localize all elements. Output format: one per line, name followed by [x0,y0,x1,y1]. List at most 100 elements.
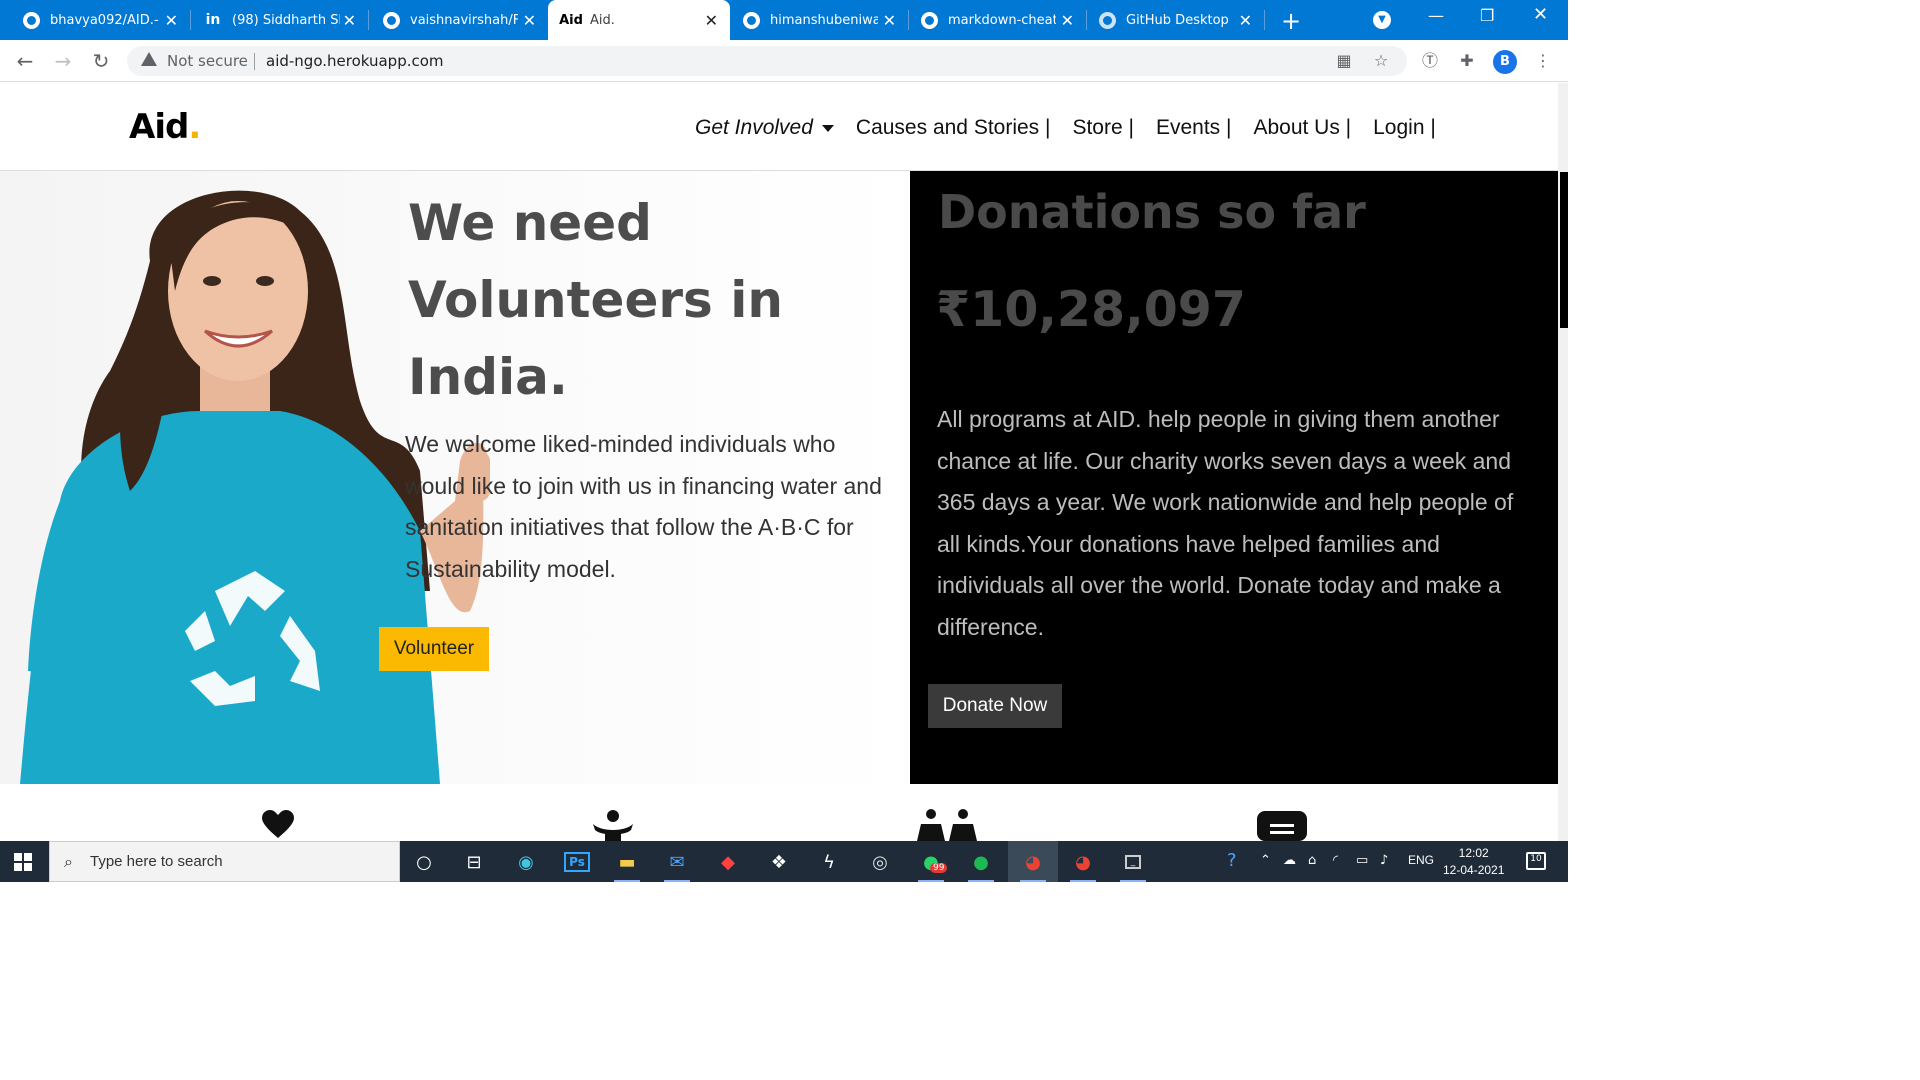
donations-description: All programs at AID. help people in givi… [937,406,1514,640]
whatsapp-icon[interactable]: ● 99 [916,847,948,882]
site-logo[interactable]: Aid. [129,107,201,147]
tab-title: himanshubeniwal/ [770,12,878,28]
browser-tab-7[interactable]: GitHub Desktop | ✕ [1086,0,1264,40]
language-indicator[interactable]: ENG [1408,853,1434,867]
volunteer-hero: We need Volunteers in India. We welcome … [0,171,910,784]
heart-icon [262,810,294,838]
browser-tab-strip: bhavya092/AID.-N ✕ in (98) Siddharth Sha… [0,0,1568,40]
reload-icon[interactable]: ↻ [88,48,114,74]
whatsapp-badge: 99 [930,863,948,873]
chrome-icon[interactable]: ◕ [1018,847,1048,882]
people-group-icon [917,809,977,841]
url-text[interactable]: aid-ngo.herokuapp.com [266,52,444,70]
back-icon[interactable]: ← [12,48,38,74]
search-icon: ⌕ [64,852,73,871]
close-icon[interactable]: ✕ [883,11,896,30]
tab-title: markdown-cheats [948,12,1056,28]
windows-start-icon[interactable] [14,853,32,871]
onedrive-icon[interactable]: ☁ [1283,853,1296,868]
donations-panel: Donations so far ₹10,28,097 All programs… [910,171,1558,784]
tab-title: Aid. [590,12,615,28]
menu-kebab-icon[interactable]: ⋮ [1533,51,1553,71]
minimize-icon[interactable]: — [1428,6,1444,25]
qr-code-icon[interactable]: ▦ [1335,52,1353,70]
show-hidden-icons[interactable]: ⌃ [1260,853,1271,868]
wifi-icon[interactable]: ◜ [1333,853,1338,868]
hero-description: We welcome liked-minded individuals who … [405,431,882,582]
cortana-icon[interactable]: ○ [409,847,439,877]
anydesk-icon[interactable]: ◆ [713,847,743,877]
tab-search-icon[interactable]: ▼ [1373,11,1391,29]
aid-favicon: Aid [559,12,583,28]
mail-icon[interactable]: ✉ [662,847,692,882]
nav-get-involved[interactable]: Get Involved [695,116,834,140]
github-icon [22,11,40,29]
site-header: Aid. Get Involved Causes and Stories | S… [0,83,1558,171]
browser-tab-3[interactable]: vaishnavirshah/Fa ✕ [368,0,548,40]
translate-extension-icon[interactable]: Ⓣ [1420,51,1440,71]
nav-events[interactable]: Events | [1156,116,1232,140]
spotify-icon[interactable]: ● [966,847,996,882]
windows-taskbar: ⌕ Type here to search ○ ⊟ ◉ Ps ▬ ✉ ◆ ❖ ϟ… [0,841,1568,882]
new-tab-icon[interactable]: + [1280,7,1302,35]
terminal-icon[interactable]: _ [1118,847,1148,882]
browser-tab-2[interactable]: in (98) Siddharth Sha ✕ [190,0,368,40]
nav-store[interactable]: Store | [1072,116,1133,140]
tab-title: GitHub Desktop | [1126,12,1234,28]
profile-avatar[interactable]: B [1493,50,1517,74]
caret-down-icon [821,124,834,132]
extensions-icon[interactable]: ✚ [1457,51,1477,71]
close-icon[interactable]: ✕ [705,11,718,30]
close-icon[interactable]: ✕ [343,11,356,30]
media-player-icon[interactable]: ◎ [865,847,895,877]
github-icon [742,11,760,29]
taskbar-search-box[interactable]: ⌕ Type here to search [49,841,400,882]
github-icon [920,11,938,29]
tab-title: bhavya092/AID.-N [50,12,158,28]
close-icon[interactable]: ✕ [1239,11,1252,30]
bookmark-star-icon[interactable]: ☆ [1372,52,1390,70]
system-clock[interactable]: 12:02 12-04-2021 [1443,845,1504,879]
task-view-icon[interactable]: ⊟ [459,847,489,877]
close-icon[interactable]: ✕ [523,11,536,30]
chrome-profile-icon[interactable]: ◕ [1068,847,1098,882]
volume-icon[interactable]: ♪ [1380,853,1388,868]
github-icon [382,11,400,29]
main-nav: Get Involved Causes and Stories | Store … [695,116,1458,140]
scrollbar-thumb[interactable] [1560,172,1568,328]
linkedin-icon: in [205,12,221,28]
taskbar-search-placeholder: Type here to search [90,853,223,870]
notification-center-icon[interactable]: 10 [1526,852,1546,870]
battery-icon[interactable]: ▭ [1356,853,1368,868]
donations-title: Donations so far [938,185,1366,239]
nav-about-us[interactable]: About Us | [1253,116,1351,140]
restore-icon[interactable]: ❐ [1480,6,1494,25]
tab-title: (98) Siddharth Sha [232,12,340,28]
address-bar[interactable]: Not secure aid-ngo.herokuapp.com ▦ ☆ [127,46,1407,76]
lightning-app-icon[interactable]: ϟ [814,847,844,877]
browser-tab-active[interactable]: Aid Aid. ✕ [548,0,730,40]
browser-tab-6[interactable]: markdown-cheats ✕ [908,0,1086,40]
warning-icon[interactable] [141,52,157,66]
forward-icon[interactable]: → [50,48,76,74]
browser-tab-1[interactable]: bhavya092/AID.-N ✕ [0,0,190,40]
security-label[interactable]: Not secure [167,52,248,70]
chat-menu-icon[interactable] [1257,811,1307,841]
help-icon[interactable]: ? [1227,850,1237,871]
volunteer-button[interactable]: Volunteer [379,627,489,671]
file-explorer-icon[interactable]: ▬ [612,847,642,882]
dropbox-icon[interactable]: ❖ [764,847,794,877]
tab-title: vaishnavirshah/Fa [410,12,518,28]
window-close-icon[interactable]: ✕ [1533,4,1548,25]
browser-tab-5[interactable]: himanshubeniwal/ ✕ [730,0,908,40]
photoshop-icon[interactable]: Ps [562,847,592,877]
nav-causes-and-stories[interactable]: Causes and Stories | [856,116,1051,140]
browser-toolbar: ← → ↻ Not secure aid-ngo.herokuapp.com ▦… [0,40,1568,82]
close-icon[interactable]: ✕ [165,11,178,30]
usb-icon[interactable]: ⌂ [1308,853,1316,868]
features-strip [0,784,1558,841]
edge-icon[interactable]: ◉ [511,847,541,877]
close-icon[interactable]: ✕ [1061,11,1074,30]
donate-now-button[interactable]: Donate Now [928,684,1062,728]
nav-login[interactable]: Login | [1373,116,1436,140]
